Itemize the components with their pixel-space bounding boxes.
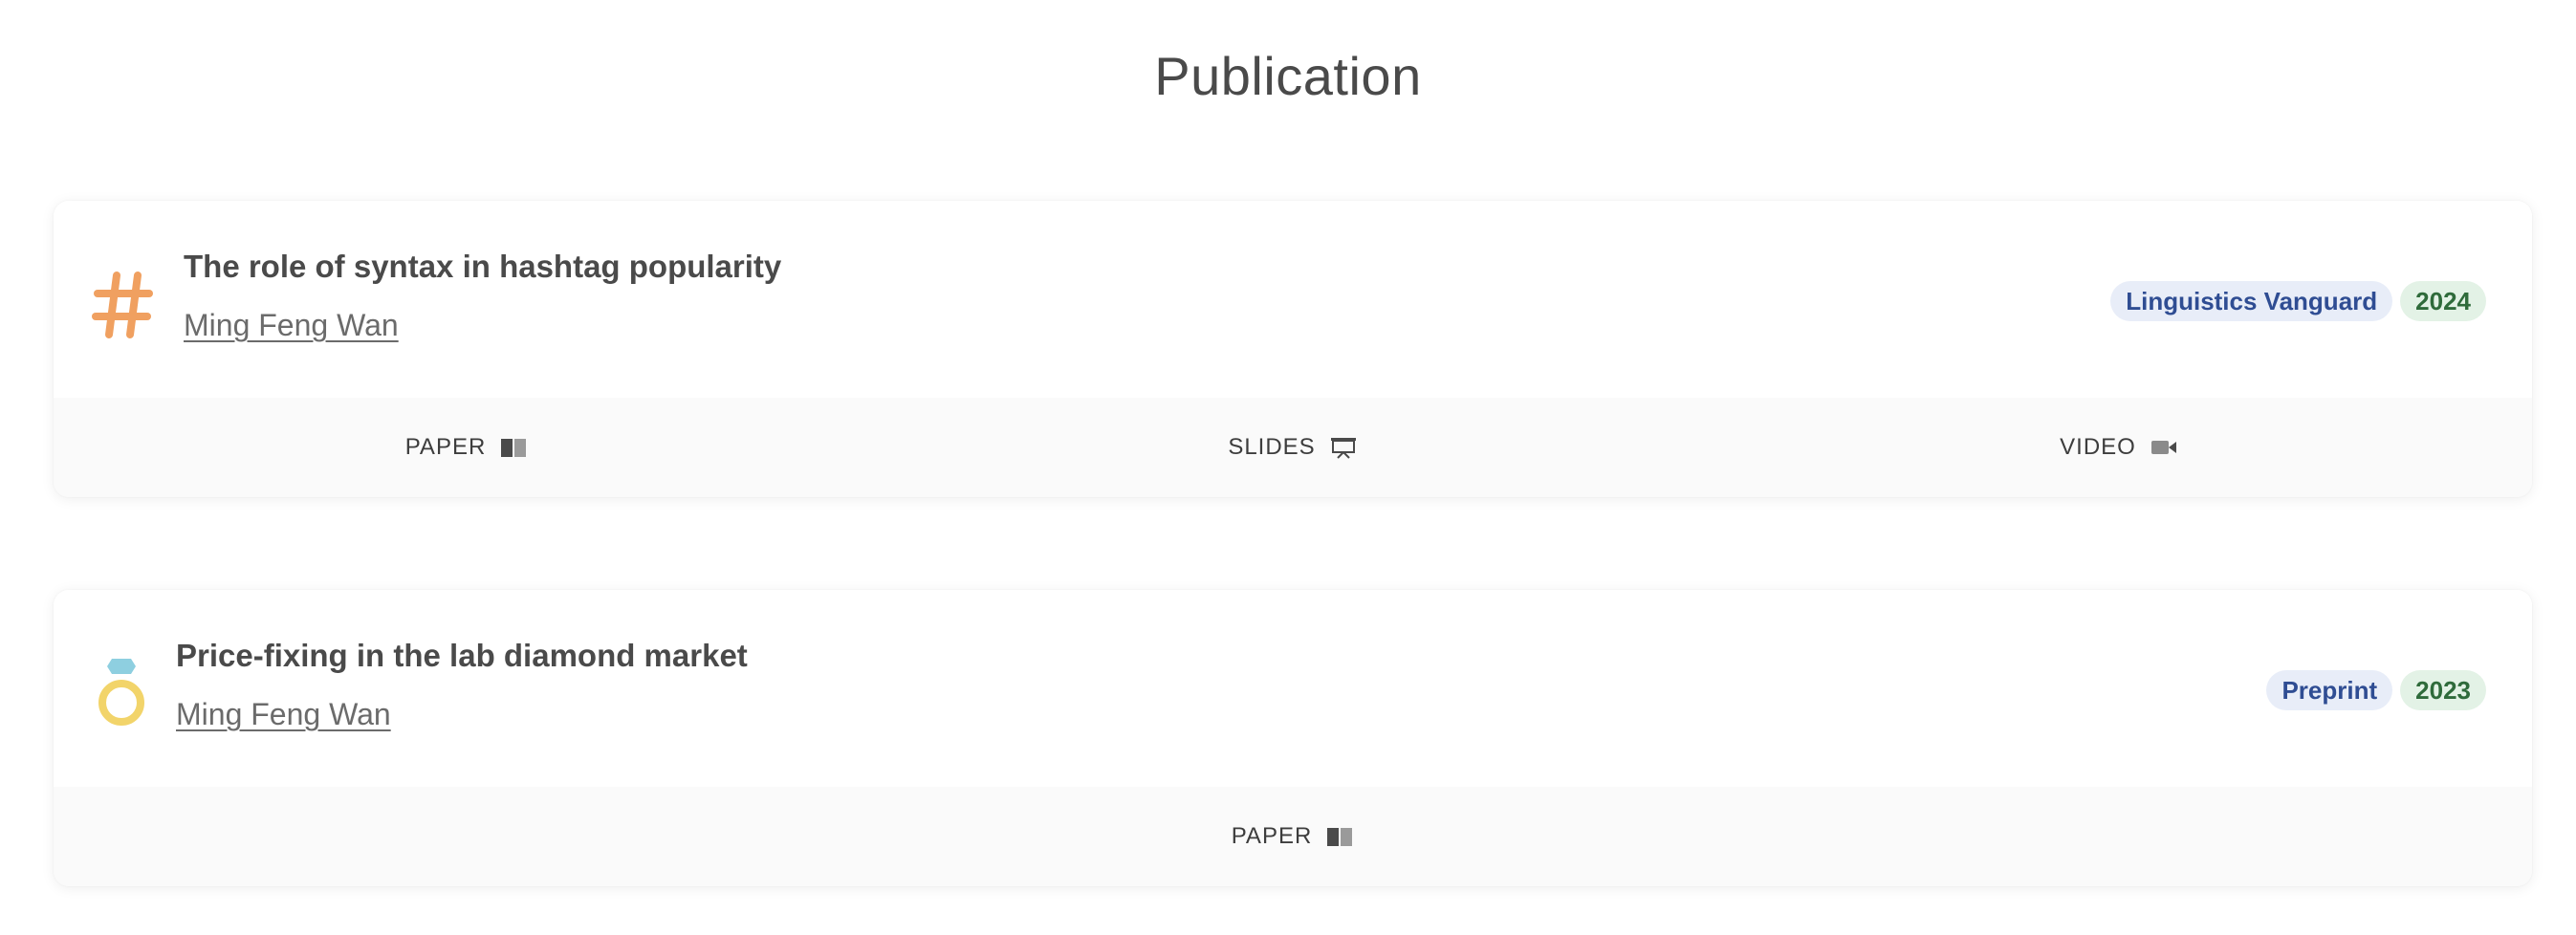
publication-tags: Preprint 2023 <box>2266 670 2486 710</box>
slides-link-label: SLIDES <box>1228 434 1316 460</box>
year-badge: 2023 <box>2400 670 2486 710</box>
hashtag-icon <box>92 272 153 338</box>
venue-badge: Linguistics Vanguard <box>2110 281 2393 321</box>
presentation-icon <box>1330 438 1356 459</box>
diamond-ring-icon <box>98 659 144 726</box>
publication-title[interactable]: Price-fixing in the lab diamond market <box>176 638 748 674</box>
author-link[interactable]: Ming Feng Wan <box>184 308 399 343</box>
publication-card-body: The role of syntax in hashtag popularity… <box>54 201 2532 398</box>
publication-card-body: Price-fixing in the lab diamond market M… <box>54 590 2532 787</box>
video-link-label: VIDEO <box>2060 434 2136 460</box>
video-camera-icon <box>2150 441 2176 454</box>
paper-link[interactable]: PAPER <box>54 823 2532 850</box>
paper-link-label: PAPER <box>404 434 487 460</box>
publication-page: Publication The role of syntax in hashta… <box>0 0 2576 935</box>
publication-card: The role of syntax in hashtag popularity… <box>54 201 2532 497</box>
book-icon <box>501 439 527 457</box>
video-link[interactable]: VIDEO <box>1706 434 2532 461</box>
slides-link[interactable]: SLIDES <box>880 434 1706 461</box>
publication-tags: Linguistics Vanguard 2024 <box>2110 281 2486 321</box>
year-badge: 2024 <box>2400 281 2486 321</box>
page-title: Publication <box>1154 46 1422 106</box>
book-icon <box>1327 828 1353 846</box>
publication-links: PAPER <box>54 787 2532 886</box>
author-link[interactable]: Ming Feng Wan <box>176 697 391 732</box>
paper-link-label: PAPER <box>1231 823 1313 849</box>
paper-link[interactable]: PAPER <box>54 434 880 461</box>
publication-links: PAPER SLIDES VIDEO <box>54 398 2532 497</box>
publication-card: Price-fixing in the lab diamond market M… <box>54 590 2532 886</box>
publication-title[interactable]: The role of syntax in hashtag popularity <box>184 249 781 285</box>
venue-badge: Preprint <box>2266 670 2393 710</box>
